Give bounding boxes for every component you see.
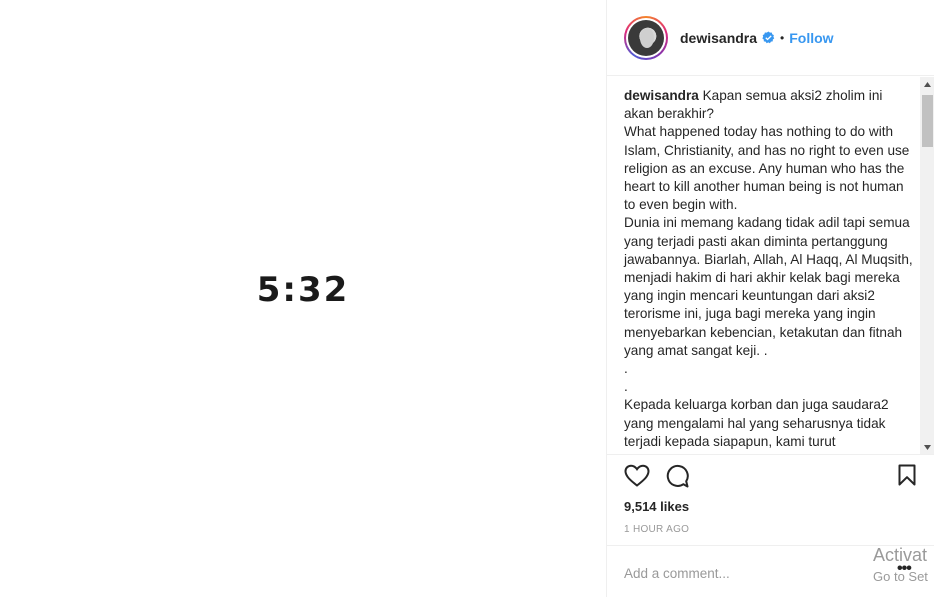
caption-text: Kapan semua aksi2 zholim ini akan berakh… — [624, 88, 913, 449]
heart-icon[interactable] — [624, 464, 650, 493]
post-username[interactable]: dewisandra — [680, 30, 757, 46]
post-media[interactable]: 5:32 — [0, 0, 606, 597]
scroll-up-arrow-icon[interactable] — [920, 77, 934, 92]
likes-count[interactable]: 9,514 likes — [624, 499, 689, 514]
caption-username[interactable]: dewisandra — [624, 88, 699, 103]
avatar-image — [628, 19, 664, 56]
post-caption: dewisandra Kapan semua aksi2 zholim ini … — [624, 87, 914, 451]
comments-section[interactable]: dewisandra Kapan semua aksi2 zholim ini … — [607, 77, 934, 455]
post-timestamp[interactable]: 1 HOUR AGO — [624, 524, 689, 535]
scroll-down-arrow-icon[interactable] — [920, 440, 934, 454]
header-separator: • — [780, 30, 785, 45]
avatar[interactable] — [624, 15, 668, 60]
media-overlay-text: 5:32 — [256, 269, 350, 310]
comment-input[interactable] — [624, 563, 864, 583]
windows-activation-watermark: Activat Go to Set — [873, 544, 928, 585]
watermark-subtitle: Go to Set — [873, 569, 928, 584]
scrollbar-thumb[interactable] — [922, 95, 933, 147]
comments-scrollbar[interactable] — [920, 77, 934, 454]
comment-icon[interactable] — [665, 464, 689, 493]
follow-button[interactable]: Follow — [789, 30, 833, 46]
watermark-title: Activat — [873, 545, 928, 565]
bookmark-icon[interactable] — [898, 464, 916, 491]
verified-badge-icon — [762, 31, 775, 44]
post-header: dewisandra • Follow — [607, 0, 934, 76]
post-actions — [624, 462, 918, 492]
post-side-panel: dewisandra • Follow dewisandra Kapan sem… — [606, 0, 934, 597]
